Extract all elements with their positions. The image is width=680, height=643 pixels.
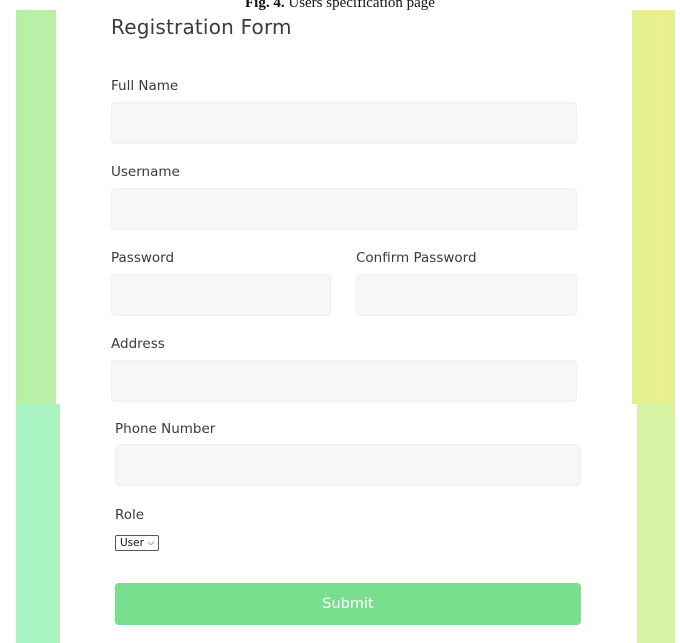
password-label: Password	[111, 250, 175, 266]
password-input[interactable]	[111, 274, 331, 316]
address-input[interactable]	[111, 360, 577, 402]
role-label: Role	[115, 507, 145, 523]
registration-form-card-bottom: Phone Number Role User ⌵ Submit	[60, 404, 637, 643]
role-select[interactable]: User ⌵	[115, 535, 160, 551]
phone-number-label: Phone Number	[115, 421, 216, 437]
confirm-password-label: Confirm Password	[356, 250, 477, 266]
phone-number-input[interactable]	[115, 444, 581, 486]
address-label: Address	[111, 336, 165, 352]
username-label: Username	[111, 164, 180, 180]
full-name-label: Full Name	[111, 78, 179, 94]
confirm-password-input[interactable]	[356, 274, 577, 316]
username-input[interactable]	[111, 188, 577, 230]
registration-form-card-top: Registration Form Full Name Username Pas…	[56, 10, 632, 404]
page-title: Registration Form	[111, 15, 292, 39]
submit-button[interactable]: Submit	[115, 583, 581, 625]
role-selected-value: User	[120, 537, 144, 549]
full-name-input[interactable]	[111, 102, 577, 144]
chevron-down-icon: ⌵	[147, 538, 155, 547]
